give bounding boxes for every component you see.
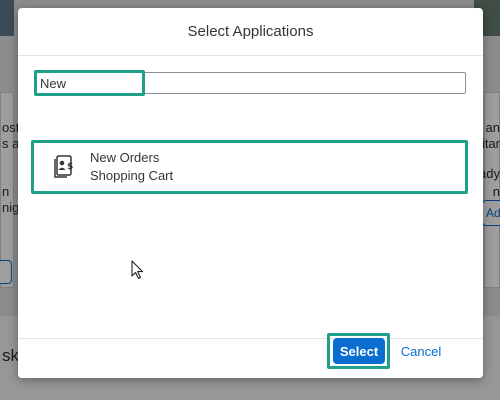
mouse-pointer-icon: [131, 260, 144, 280]
list-item-title: New Orders: [90, 150, 160, 165]
list-item-subtitle: Shopping Cart: [90, 168, 174, 183]
list-item-text: New Orders Shopping Cart: [90, 149, 173, 185]
select-button[interactable]: Select: [333, 338, 385, 364]
dialog-title: Select Applications: [187, 23, 314, 40]
search-field: [34, 72, 466, 94]
shopping-cart-document-icon: $: [54, 155, 73, 178]
dialog-body: $ New Orders Shopping Cart: [18, 56, 483, 338]
select-applications-dialog: Select Applications $ New Orders Shoppin…: [18, 8, 483, 378]
cancel-button[interactable]: Cancel: [396, 338, 446, 364]
list-item-new-orders[interactable]: $ New Orders Shopping Cart: [31, 140, 468, 194]
svg-text:$: $: [67, 162, 73, 172]
dialog-header: Select Applications: [18, 8, 483, 56]
search-input[interactable]: [34, 72, 466, 94]
